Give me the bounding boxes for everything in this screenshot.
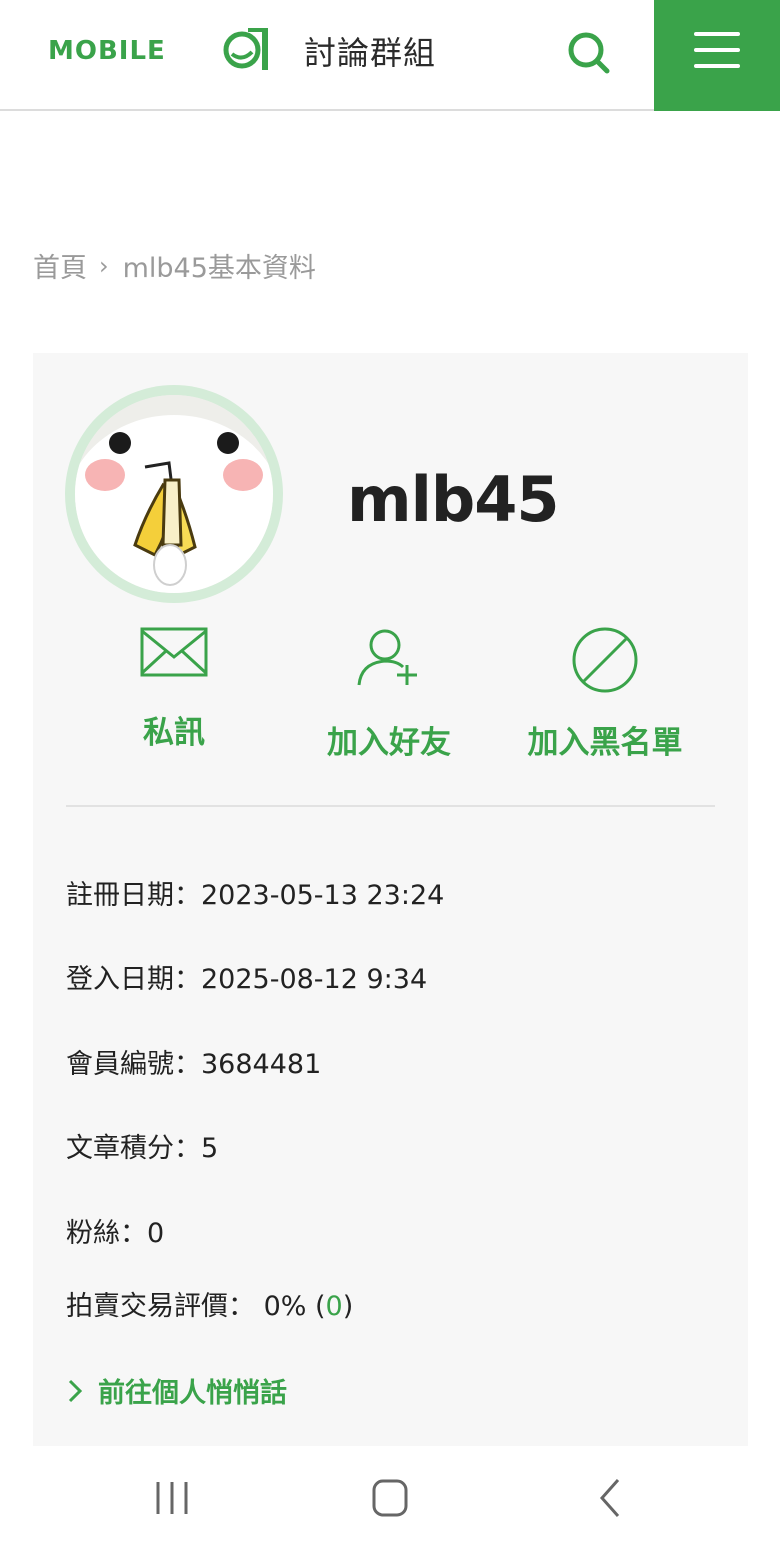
svg-text:MOBILE: MOBILE — [48, 36, 166, 66]
breadcrumb-home[interactable]: 首頁 — [33, 246, 87, 285]
search-button[interactable] — [562, 26, 614, 78]
breadcrumb-current: mlb45基本資料 — [122, 253, 316, 284]
private-message-label: 私訊 — [143, 715, 205, 751]
username: mlb45 — [347, 463, 560, 536]
breadcrumb-separator: › — [99, 251, 109, 280]
auction-rating-count[interactable]: 0 — [326, 1291, 343, 1322]
hamburger-menu-button[interactable] — [654, 0, 780, 111]
logo-mark: MOBILE — [48, 28, 268, 70]
mobile01-logo[interactable]: MOBILE — [48, 22, 278, 74]
login-date: 登入日期：2025-08-12 9:34 — [66, 964, 428, 995]
avatar[interactable] — [65, 385, 283, 603]
avatar-illustration — [75, 395, 273, 593]
chevron-right-icon — [68, 1379, 83, 1402]
member-number: 會員編號：3684481 — [66, 1049, 322, 1080]
home-icon — [372, 1479, 408, 1517]
breadcrumb: 首頁 › mlb45基本資料 — [33, 246, 316, 285]
back-icon — [599, 1479, 620, 1517]
back-button[interactable] — [580, 1474, 640, 1522]
fans-count: 粉絲：0 — [66, 1218, 165, 1249]
site-title[interactable]: 討論群組 — [304, 28, 436, 74]
divider — [66, 805, 715, 807]
top-header: MOBILE 討論群組 — [0, 0, 780, 111]
auction-rating-prefix: 拍賣交易評價： 0% ( — [66, 1291, 326, 1322]
add-blacklist-label: 加入黑名單 — [527, 725, 683, 761]
recent-apps-icon — [156, 1482, 188, 1514]
search-icon — [568, 32, 610, 74]
add-friend-label: 加入好友 — [327, 725, 451, 761]
system-navigation-bar — [0, 1446, 780, 1550]
article-points: 文章積分：5 — [66, 1133, 219, 1164]
envelope-icon — [140, 627, 208, 677]
add-blacklist-button[interactable]: 加入黑名單 — [520, 627, 690, 762]
private-chat-label: 前往個人悄悄話 — [98, 1378, 287, 1409]
avatar-image — [75, 395, 273, 593]
profile-card: mlb45 私訊 加入好友 加入黑名單 註冊日期：2023-05-13 23:2… — [33, 353, 748, 1446]
menu-icon-bar — [694, 48, 740, 52]
private-message-button[interactable]: 私訊 — [129, 627, 219, 752]
auction-rating: 拍賣交易評價： 0% (0) — [66, 1284, 353, 1323]
block-icon — [572, 627, 638, 693]
menu-icon-bar — [694, 64, 740, 68]
home-button[interactable] — [360, 1474, 420, 1522]
recent-apps-button[interactable] — [142, 1474, 202, 1522]
auction-rating-suffix: ) — [342, 1291, 354, 1322]
add-friend-button[interactable]: 加入好友 — [314, 627, 464, 762]
menu-icon-bar — [694, 32, 740, 36]
register-date: 註冊日期：2023-05-13 23:24 — [66, 880, 445, 911]
private-chat-link[interactable]: 前往個人悄悄話 — [66, 1371, 287, 1410]
add-friend-icon — [357, 629, 417, 686]
